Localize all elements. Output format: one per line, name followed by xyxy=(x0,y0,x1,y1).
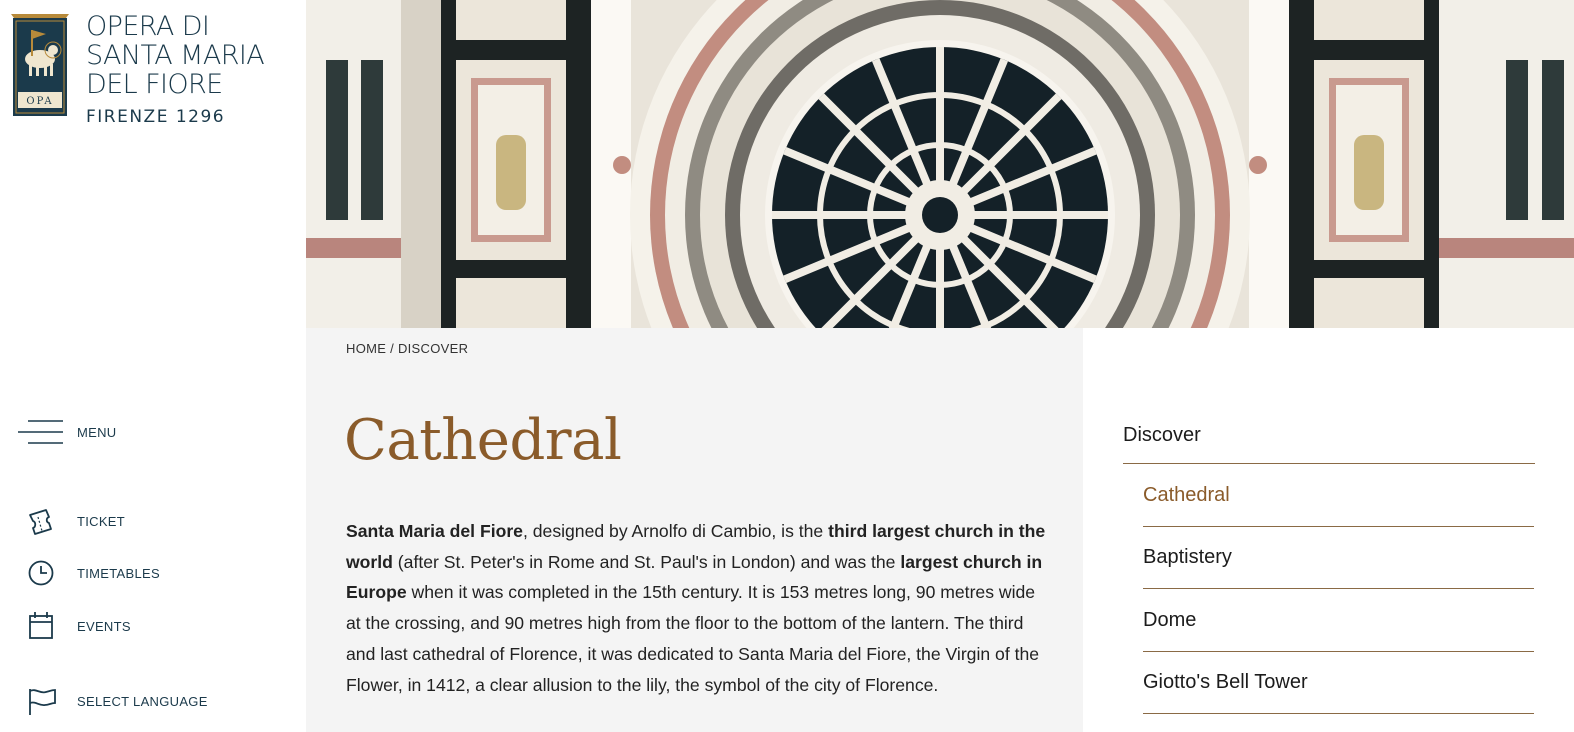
body-text-2: (after St. Peter's in Rome and St. Paul'… xyxy=(392,551,901,572)
section-nav-item-baptistery[interactable]: Baptistery xyxy=(1143,527,1534,589)
menu-label: MENU xyxy=(77,424,117,440)
breadcrumb-discover-link[interactable]: DISCOVER xyxy=(398,341,468,356)
breadcrumb-separator: / xyxy=(386,341,398,356)
ticket-label: TICKET xyxy=(77,513,126,529)
clock-icon xyxy=(18,557,64,589)
intro-paragraph: Santa Maria del Fiore, designed by Arnol… xyxy=(346,516,1051,700)
sidebar-item-ticket[interactable]: TICKET xyxy=(18,505,125,537)
sidebar-item-select-language[interactable]: SELECT LANGUAGE xyxy=(18,685,208,717)
logo-link[interactable]: OPA OPERA DI SANTA MARIA DEL FIORE FIREN… xyxy=(9,11,265,127)
menu-button[interactable]: MENU xyxy=(18,416,116,448)
sidebar: OPA OPERA DI SANTA MARIA DEL FIORE FIREN… xyxy=(0,0,306,732)
section-nav-item-dome[interactable]: Dome xyxy=(1143,590,1534,652)
body-text-3: when it was completed in the 15th centur… xyxy=(346,582,1040,695)
timetables-label: TIMETABLES xyxy=(77,565,160,581)
svg-text:OPA: OPA xyxy=(26,96,53,107)
section-nav-item-cathedral[interactable]: Cathedral xyxy=(1143,465,1534,527)
main-content: HOME / DISCOVER Cathedral Santa Maria de… xyxy=(306,328,1083,732)
body-text-1: , designed by Arnolfo di Cambio, is the xyxy=(522,521,829,541)
body-bold-1: Santa Maria del Fiore xyxy=(346,521,523,541)
ticket-icon xyxy=(18,505,64,537)
page-title: Cathedral xyxy=(344,408,622,473)
flag-icon xyxy=(18,685,64,717)
breadcrumb-home-link[interactable]: HOME xyxy=(346,341,386,356)
logo-line-2: SANTA MARIA xyxy=(86,40,265,71)
hero-image-rose-window xyxy=(306,0,1574,328)
crest-logo: OPA xyxy=(9,12,71,120)
hamburger-icon xyxy=(18,416,64,448)
sidebar-item-events[interactable]: EVENTS xyxy=(18,610,131,642)
logo-line-1: OPERA DI xyxy=(86,11,210,42)
logo-line-3: DEL FIORE xyxy=(86,69,223,100)
logo-subtitle: FIRENZE 1296 xyxy=(86,107,226,127)
calendar-icon xyxy=(18,610,64,642)
sidebar-item-timetables[interactable]: TIMETABLES xyxy=(18,557,160,589)
breadcrumb: HOME / DISCOVER xyxy=(346,341,468,356)
section-nav-item-bell-tower[interactable]: Giotto's Bell Tower xyxy=(1143,652,1534,714)
select-language-label: SELECT LANGUAGE xyxy=(77,693,208,709)
events-label: EVENTS xyxy=(77,618,131,634)
section-nav-heading-discover[interactable]: Discover xyxy=(1123,424,1535,464)
